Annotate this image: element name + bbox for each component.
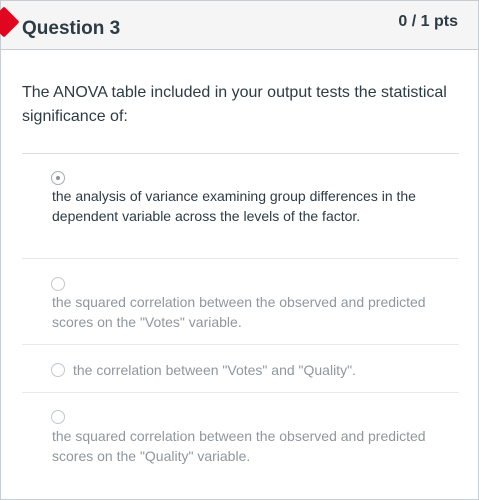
radio-selected-icon[interactable] <box>51 171 65 185</box>
radio-icon[interactable] <box>51 363 65 377</box>
radio-icon[interactable] <box>51 277 65 291</box>
incorrect-flag-icon <box>0 6 20 38</box>
answer-label: the analysis of variance examining group… <box>52 188 416 224</box>
answer-label: the squared correlation between the obse… <box>52 294 426 330</box>
answer-option-3[interactable]: the correlation between "Votes" and "Qua… <box>22 345 459 393</box>
question-title: Question 3 <box>22 18 121 39</box>
question-points: 0 / 1 pts <box>398 13 458 30</box>
answer-label: the squared correlation between the obse… <box>52 428 426 464</box>
answer-label: the correlation between "Votes" and "Qua… <box>73 362 356 378</box>
question-text: The ANOVA table included in your output … <box>22 84 447 125</box>
answer-option-4[interactable]: the squared correlation between the obse… <box>22 393 459 483</box>
radio-icon[interactable] <box>51 410 65 424</box>
answer-option-1[interactable]: the analysis of variance examining group… <box>22 154 459 259</box>
question-card: Question 3 0 / 1 pts The ANOVA table inc… <box>0 0 479 500</box>
question-header: Question 3 0 / 1 pts <box>0 1 478 50</box>
answer-option-2[interactable]: the squared correlation between the obse… <box>22 259 459 345</box>
